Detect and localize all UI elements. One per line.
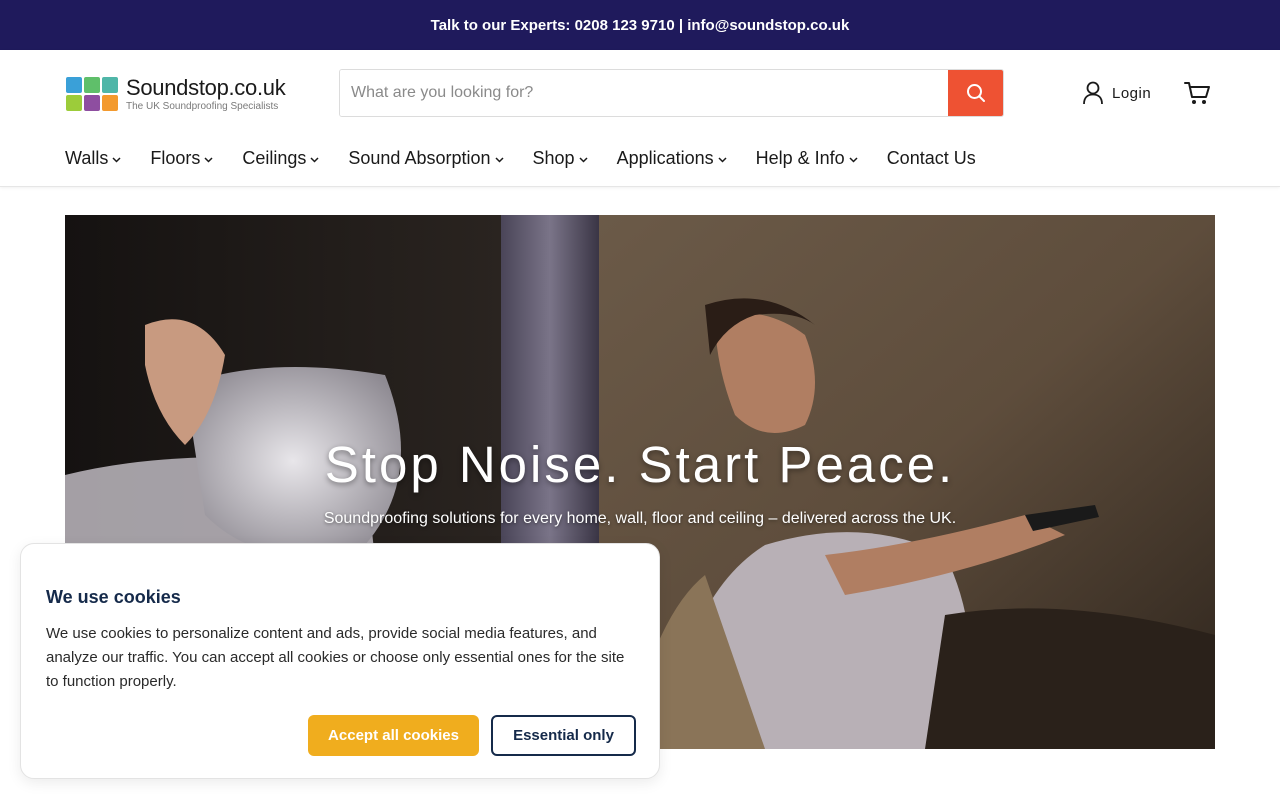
nav-item-label: Ceilings — [242, 147, 307, 168]
nav-item-label: Sound Absorption — [348, 147, 491, 168]
chevron-down-icon — [494, 157, 504, 163]
nav-item-sound-absorption[interactable]: Sound Absorption — [348, 147, 504, 169]
chevron-down-icon — [718, 157, 727, 163]
search-button[interactable] — [948, 70, 1003, 116]
chevron-down-icon — [112, 157, 121, 163]
cookie-description: We use cookies to personalize content an… — [46, 625, 625, 690]
nav-item-floors[interactable]: Floors — [150, 148, 213, 169]
announcement-text: Talk to our Experts: 0208 123 9710 | inf… — [430, 16, 850, 34]
nav-item-label: Walls — [65, 147, 109, 168]
chevron-down-icon — [204, 157, 213, 163]
logo-name: Soundstop.co.uk — [126, 74, 286, 100]
search-input[interactable] — [340, 70, 948, 116]
login-label: Login — [1112, 84, 1152, 102]
cart-button[interactable] — [1183, 79, 1211, 107]
nav-item-ceilings[interactable]: Ceilings — [242, 148, 319, 169]
chevron-down-icon — [849, 157, 858, 163]
site-logo[interactable]: Soundstop.co.uk The UK Soundproofing Spe… — [66, 74, 298, 114]
site-header: Soundstop.co.uk The UK Soundproofing Spe… — [0, 50, 1280, 187]
nav-item-applications[interactable]: Applications — [617, 148, 727, 169]
search-icon — [966, 84, 985, 102]
logo-mark — [66, 77, 118, 111]
nav-item-help-info[interactable]: Help & Info — [756, 148, 858, 169]
chevron-down-icon — [310, 157, 319, 163]
nav-item-label: Floors — [150, 147, 201, 168]
search-bar — [339, 69, 1004, 117]
essential-only-button[interactable]: Essential only — [491, 715, 636, 756]
cookie-banner: We use cookies We use cookies to persona… — [20, 543, 660, 779]
chevron-down-icon — [579, 157, 588, 163]
nav-item-contact-us[interactable]: Contact Us — [887, 148, 976, 169]
nav-item-label: Contact Us — [886, 147, 976, 168]
announcement-bar: Talk to our Experts: 0208 123 9710 | inf… — [0, 0, 1280, 50]
user-icon — [1083, 81, 1103, 105]
nav-item-label: Shop — [532, 147, 575, 168]
logo-tagline: The UK Soundproofing Specialists — [126, 100, 279, 112]
nav-item-label: Applications — [616, 147, 714, 168]
hero-subtitle: Soundproofing solutions for every home, … — [323, 510, 957, 527]
accept-all-cookies-button[interactable]: Accept all cookies — [308, 715, 479, 756]
login-link[interactable]: Login — [1082, 80, 1151, 106]
nav-item-label: Help & Info — [755, 147, 845, 168]
cookie-title: We use cookies — [46, 587, 181, 607]
nav-item-shop[interactable]: Shop — [533, 148, 588, 169]
nav-item-walls[interactable]: Walls — [65, 148, 121, 169]
main-nav: Walls Floors Ceilings Sound Absorption Shop A… — [65, 145, 1005, 171]
hero-title: Stop Noise. Start Peace. — [324, 436, 956, 493]
cart-icon — [1184, 82, 1210, 104]
